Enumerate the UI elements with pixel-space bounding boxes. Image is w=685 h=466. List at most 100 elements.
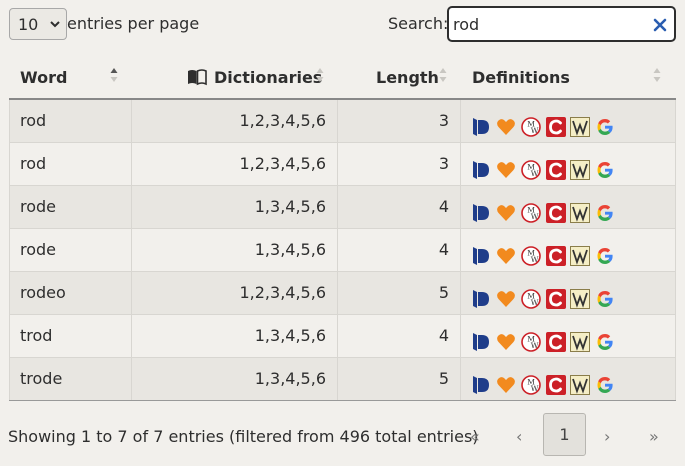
collins-c-icon[interactable] bbox=[546, 111, 566, 137]
definitions-cell: MW bbox=[461, 229, 676, 271]
collins-c-icon[interactable] bbox=[546, 283, 566, 309]
header-definitions[interactable]: Definitions bbox=[472, 68, 570, 87]
definitions-cell: MW bbox=[461, 100, 676, 142]
length-cell: 4 bbox=[338, 229, 461, 271]
page-1-button[interactable]: 1 bbox=[543, 413, 586, 456]
svg-text:W: W bbox=[531, 341, 539, 350]
merriam-webster-icon[interactable]: MW bbox=[521, 154, 541, 180]
heart-icon[interactable] bbox=[496, 197, 516, 221]
next-page-button[interactable]: › bbox=[604, 427, 610, 446]
svg-text:W: W bbox=[531, 255, 539, 264]
wiktionary-w-icon[interactable] bbox=[570, 111, 590, 137]
table-info: Showing 1 to 7 of 7 entries (filtered fr… bbox=[8, 427, 479, 446]
google-g-icon[interactable] bbox=[595, 197, 615, 221]
dictionary-d-icon[interactable] bbox=[471, 197, 491, 222]
sort-both-icon[interactable] bbox=[653, 67, 661, 83]
dictionaries-cell: 1,3,4,5,6 bbox=[132, 315, 338, 357]
word-cell: rod bbox=[9, 100, 132, 142]
definitions-cell: MW bbox=[461, 315, 676, 357]
search-field[interactable] bbox=[447, 6, 676, 42]
dictionary-d-icon[interactable] bbox=[471, 111, 491, 136]
clear-search-icon[interactable] bbox=[653, 18, 667, 32]
collins-c-icon[interactable] bbox=[546, 326, 566, 352]
heart-icon[interactable] bbox=[496, 240, 516, 264]
wiktionary-w-icon[interactable] bbox=[570, 369, 590, 395]
last-page-button[interactable]: » bbox=[649, 427, 659, 446]
svg-text:W: W bbox=[531, 384, 539, 393]
wiktionary-w-icon[interactable] bbox=[570, 240, 590, 266]
google-g-icon[interactable] bbox=[595, 154, 615, 178]
google-g-icon[interactable] bbox=[595, 111, 615, 135]
book-icon bbox=[188, 69, 207, 86]
merriam-webster-icon[interactable]: MW bbox=[521, 240, 541, 266]
page-length-value: 10 bbox=[18, 15, 39, 34]
google-g-icon[interactable] bbox=[595, 240, 615, 264]
collins-c-icon[interactable] bbox=[546, 197, 566, 223]
merriam-webster-icon[interactable]: MW bbox=[521, 111, 541, 137]
search-label: Search: bbox=[388, 14, 449, 33]
length-cell: 5 bbox=[338, 272, 461, 314]
wiktionary-w-icon[interactable] bbox=[570, 197, 590, 223]
google-g-icon[interactable] bbox=[595, 283, 615, 307]
wiktionary-w-icon[interactable] bbox=[570, 283, 590, 309]
merriam-webster-icon[interactable]: MW bbox=[521, 326, 541, 352]
page-length-select[interactable]: 10 bbox=[9, 8, 67, 40]
table-row: rode 1,3,4,5,6 4 M W bbox=[9, 229, 676, 272]
svg-text:W: W bbox=[531, 212, 539, 221]
wiktionary-w-icon[interactable] bbox=[570, 326, 590, 352]
length-cell: 3 bbox=[338, 100, 461, 142]
svg-text:W: W bbox=[531, 298, 539, 307]
word-cell: rod bbox=[9, 143, 132, 185]
prev-page-button[interactable]: ‹ bbox=[516, 427, 522, 446]
google-g-icon[interactable] bbox=[595, 326, 615, 350]
dictionaries-cell: 1,2,3,4,5,6 bbox=[132, 272, 338, 314]
dictionary-d-icon[interactable] bbox=[471, 369, 491, 394]
dictionaries-cell: 1,2,3,4,5,6 bbox=[132, 100, 338, 142]
dictionary-d-icon[interactable] bbox=[471, 240, 491, 265]
merriam-webster-icon[interactable]: MW bbox=[521, 283, 541, 309]
table-row: trode 1,3,4,5,6 5 M W bbox=[9, 358, 676, 401]
merriam-webster-icon[interactable]: MW bbox=[521, 369, 541, 395]
first-page-button[interactable]: « bbox=[470, 427, 480, 446]
definitions-cell: MW bbox=[461, 358, 676, 400]
length-cell: 5 bbox=[338, 358, 461, 400]
dictionary-d-icon[interactable] bbox=[471, 283, 491, 308]
sort-both-icon[interactable] bbox=[316, 67, 324, 83]
collins-c-icon[interactable] bbox=[546, 154, 566, 180]
heart-icon[interactable] bbox=[496, 111, 516, 135]
svg-text:W: W bbox=[531, 169, 539, 178]
word-cell: trode bbox=[9, 358, 132, 400]
page-length-label: entries per page bbox=[67, 14, 200, 33]
chevron-down-icon bbox=[50, 21, 60, 28]
dictionaries-cell: 1,2,3,4,5,6 bbox=[132, 143, 338, 185]
table-header: Word Dictionaries Length Definitions bbox=[9, 58, 676, 100]
search-input[interactable] bbox=[453, 12, 643, 36]
dictionary-d-icon[interactable] bbox=[471, 154, 491, 179]
dictionary-d-icon[interactable] bbox=[471, 326, 491, 351]
google-g-icon[interactable] bbox=[595, 369, 615, 393]
table-row: trod 1,3,4,5,6 4 M W bbox=[9, 315, 676, 358]
table-row: rodeo 1,2,3,4,5,6 5 M W bbox=[9, 272, 676, 315]
collins-c-icon[interactable] bbox=[546, 240, 566, 266]
heart-icon[interactable] bbox=[496, 283, 516, 307]
word-cell: trod bbox=[9, 315, 132, 357]
header-word[interactable]: Word bbox=[20, 68, 67, 87]
length-cell: 3 bbox=[338, 143, 461, 185]
word-cell: rode bbox=[9, 229, 132, 271]
length-cell: 4 bbox=[338, 315, 461, 357]
collins-c-icon[interactable] bbox=[546, 369, 566, 395]
sort-both-icon[interactable] bbox=[439, 67, 447, 83]
heart-icon[interactable] bbox=[496, 154, 516, 178]
heart-icon[interactable] bbox=[496, 369, 516, 393]
heart-icon[interactable] bbox=[496, 326, 516, 350]
merriam-webster-icon[interactable]: MW bbox=[521, 197, 541, 223]
header-length[interactable]: Length bbox=[376, 68, 439, 87]
definitions-cell: MW bbox=[461, 143, 676, 185]
table-controls: 10 entries per page Search: bbox=[0, 0, 685, 48]
dictionaries-cell: 1,3,4,5,6 bbox=[132, 186, 338, 228]
table-row: rod 1,2,3,4,5,6 3 M W bbox=[9, 143, 676, 186]
sort-asc-icon[interactable] bbox=[110, 67, 118, 83]
length-cell: 4 bbox=[338, 186, 461, 228]
header-dictionaries[interactable]: Dictionaries bbox=[214, 68, 322, 87]
wiktionary-w-icon[interactable] bbox=[570, 154, 590, 180]
